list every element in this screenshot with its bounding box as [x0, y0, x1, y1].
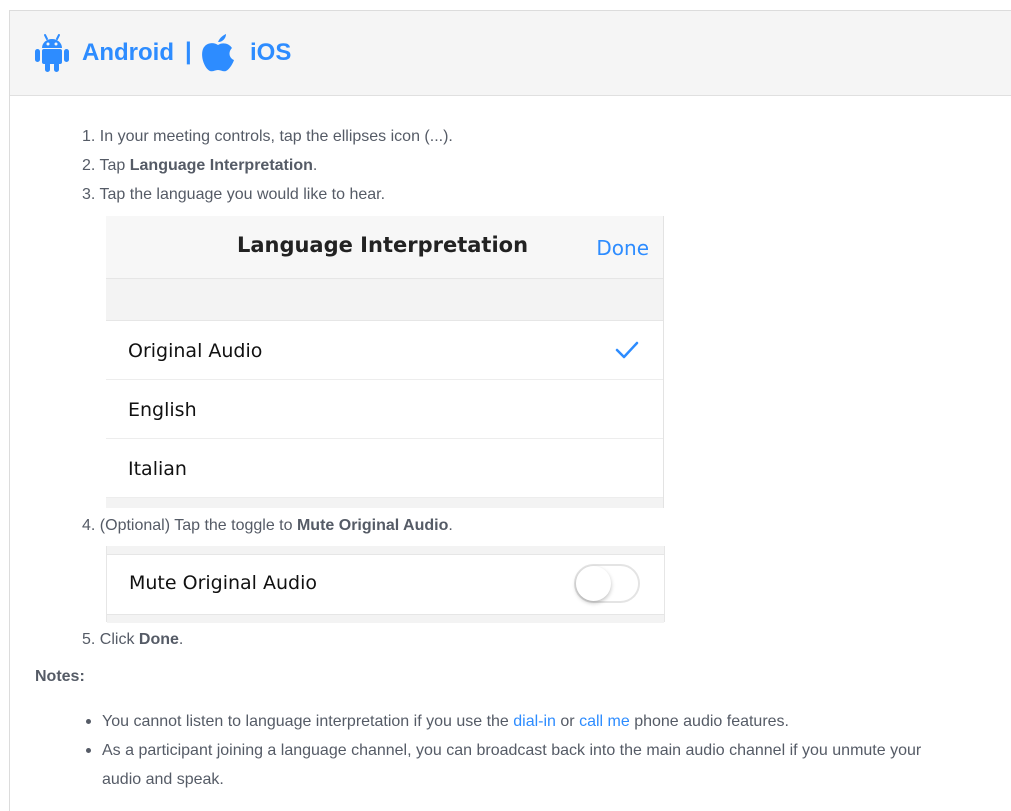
step-1: 1. In your meeting controls, tap the ell…	[82, 128, 453, 145]
tab-ios-label: iOS	[250, 39, 292, 66]
section-spacer	[106, 279, 663, 321]
mute-original-audio-screenshot: Mute Original Audio	[106, 546, 665, 623]
tab-separator: |	[185, 38, 192, 65]
platform-tabs: Android | iOS	[10, 11, 1011, 96]
step-2: 2. Tap Language Interpretation.	[82, 157, 318, 174]
section-top-divider	[107, 546, 664, 555]
language-label: Original Audio	[128, 340, 263, 362]
instructions-panel: Android | iOS 1. In your meeting control…	[9, 10, 1011, 811]
language-row-italian[interactable]: Italian	[106, 439, 663, 498]
language-row-english[interactable]: English	[106, 380, 663, 439]
list-footer	[106, 498, 663, 508]
language-row-original-audio[interactable]: Original Audio	[106, 321, 663, 380]
dial-in-link[interactable]: dial-in	[513, 713, 556, 730]
nav-bar: Language Interpretation Done	[106, 216, 663, 279]
mute-original-audio-toggle[interactable]	[574, 564, 640, 603]
tab-ios[interactable]: iOS	[200, 33, 291, 73]
mute-original-audio-label: Mute Original Audio	[129, 572, 318, 594]
note-bullet-2: As a participant joining a language chan…	[82, 736, 942, 794]
language-interpretation-screenshot: Language Interpretation Done Original Au…	[106, 216, 664, 508]
notes-heading: Notes:	[35, 668, 85, 685]
step-5: 5. Click Done.	[82, 631, 184, 648]
step-3: 3. Tap the language you would like to he…	[82, 186, 386, 203]
tab-android-label: Android	[82, 39, 174, 66]
done-button[interactable]: Done	[596, 236, 649, 260]
language-label: English	[128, 399, 197, 421]
call-me-link[interactable]: call me	[579, 713, 630, 730]
language-label: Italian	[128, 458, 187, 480]
tab-android[interactable]: Android	[34, 33, 174, 73]
checkmark-icon	[615, 341, 639, 364]
section-bottom-divider	[107, 614, 664, 623]
note-bullet-1: You cannot listen to language interpreta…	[82, 707, 942, 736]
nav-title: Language Interpretation	[236, 233, 529, 257]
toggle-knob	[576, 566, 611, 601]
android-icon	[34, 33, 70, 73]
apple-icon	[200, 33, 236, 73]
notes-list: You cannot listen to language interpreta…	[82, 707, 942, 794]
step-4: 4. (Optional) Tap the toggle to Mute Ori…	[82, 517, 453, 534]
